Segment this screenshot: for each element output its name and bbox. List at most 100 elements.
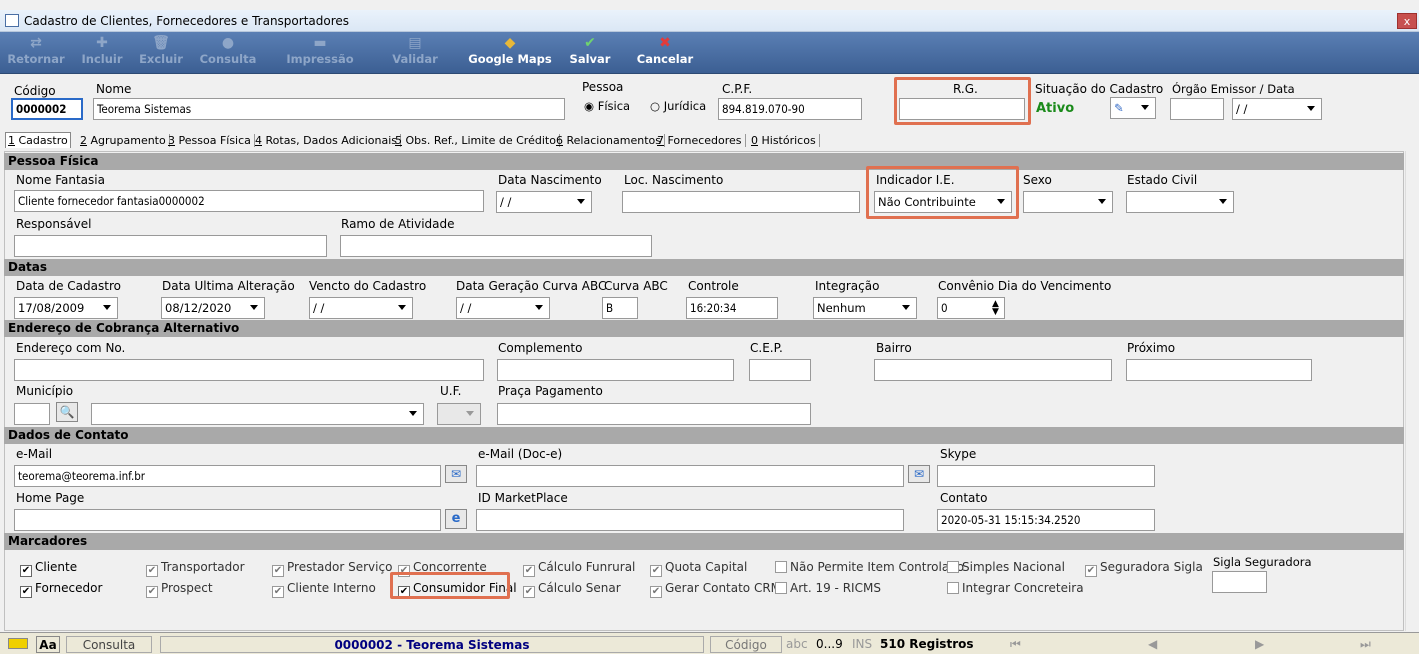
case-toggle[interactable]: Aa <box>36 636 60 653</box>
responsavel-input[interactable] <box>14 235 327 257</box>
cpf-label: C.P.F. <box>722 82 753 96</box>
orgao-data-dropdown[interactable]: / / <box>1232 98 1322 120</box>
skype-input[interactable] <box>937 465 1155 487</box>
section-contato: Dados de Contato <box>4 427 1404 444</box>
complemento-input[interactable] <box>497 359 734 381</box>
endereco-input[interactable] <box>14 359 484 381</box>
keyboard-icon <box>8 638 28 649</box>
open-browser-button[interactable]: e <box>445 509 467 529</box>
proximo-input[interactable] <box>1126 359 1312 381</box>
vencto-dropdown[interactable]: / / <box>309 297 413 319</box>
proximo-label: Próximo <box>1127 341 1176 355</box>
uf-dropdown[interactable] <box>437 403 481 425</box>
tab-fornecedores[interactable]: 7 Fornecedores <box>657 134 746 147</box>
sexo-dropdown[interactable] <box>1023 191 1113 213</box>
situacao-value: Ativo <box>1036 101 1075 116</box>
incluir-button[interactable]: ✚ Incluir <box>78 34 126 72</box>
last-record-icon[interactable]: ⏭ <box>1360 636 1371 653</box>
checkbox-seguradora-sigla[interactable]: ✔ Seguradora Sigla <box>1085 560 1203 577</box>
validar-button[interactable]: ▤ Validar <box>392 34 438 72</box>
tab-agrupamento[interactable]: 2 Agrupamento <box>80 134 170 147</box>
situacao-dropdown[interactable]: ✎ <box>1110 97 1156 119</box>
codigo-input[interactable] <box>11 98 83 120</box>
checkbox-cliente-interno[interactable]: ✔ Cliente Interno <box>272 581 376 598</box>
ramo-input[interactable] <box>340 235 652 257</box>
search-button[interactable]: 🔍 <box>56 402 78 422</box>
contato-input[interactable] <box>937 509 1155 531</box>
data-cadastro-dropdown[interactable]: 17/08/2009 <box>14 297 118 319</box>
checkbox-transportador[interactable]: ✔ Transportador <box>146 560 245 577</box>
orgao-input[interactable] <box>1170 98 1224 120</box>
google-maps-button[interactable]: ◆ Google Maps <box>460 34 560 72</box>
tab-relacionamentos[interactable]: 6 Relacionamentos <box>556 134 665 147</box>
cpf-input[interactable] <box>718 98 862 120</box>
curva-data-dropdown[interactable]: / / <box>456 297 550 319</box>
send-email-doc-button[interactable]: ✉ <box>908 465 930 483</box>
pessoa-fisica-radio[interactable]: ◉ Física <box>584 99 630 113</box>
tab-rotas-dados-adicionais[interactable]: 4 Rotas, Dados Adicionais <box>255 134 402 147</box>
checkbox-cliente[interactable]: ✔ Cliente <box>20 560 77 577</box>
sigla-seguradora-input[interactable] <box>1212 571 1267 593</box>
consulta-button[interactable]: ● Consulta <box>196 34 260 72</box>
checkbox-integrar-concreteira[interactable]: Integrar Concreteira <box>947 581 1084 595</box>
header-scrollbar[interactable] <box>1405 77 1419 127</box>
excluir-button[interactable]: 🗑 Excluir <box>134 34 188 72</box>
window-icon <box>5 14 19 27</box>
highlight-indicador <box>866 166 1019 219</box>
cancelar-button[interactable]: ✖ Cancelar <box>628 34 702 72</box>
email-input[interactable] <box>14 465 441 487</box>
chevron-down-icon <box>409 411 417 416</box>
checkbox-prospect[interactable]: ✔ Prospect <box>146 581 213 598</box>
cep-input[interactable] <box>749 359 811 381</box>
praca-input[interactable] <box>497 403 811 425</box>
curva-input[interactable] <box>602 297 638 319</box>
checkbox-gerar-contato-crm[interactable]: ✔ Gerar Contato CRM <box>650 581 781 598</box>
checkbox-label: Prospect <box>161 581 213 595</box>
checkbox-nao-permite-item-controlado[interactable]: Não Permite Item Controlado <box>775 560 964 574</box>
impressao-button[interactable]: ▬ Impressão <box>270 34 370 72</box>
nome-fantasia-input[interactable] <box>14 190 484 212</box>
homepage-input[interactable] <box>14 509 441 531</box>
marketplace-input[interactable] <box>476 509 904 531</box>
checkbox-calculo-funrural[interactable]: ✔ Cálculo Funrural <box>523 560 635 577</box>
nome-input[interactable] <box>93 98 565 120</box>
salvar-button[interactable]: ✔ Salvar <box>560 34 620 72</box>
municipio-code-input[interactable] <box>14 403 50 425</box>
tab-hist-ricos[interactable]: 0 Históricos <box>751 134 820 147</box>
estado-civil-dropdown[interactable] <box>1126 191 1234 213</box>
loc-nasc-input[interactable] <box>622 191 860 213</box>
main-scrollbar[interactable] <box>1405 151 1419 631</box>
skype-label: Skype <box>940 447 977 461</box>
first-record-icon[interactable]: ⏮ <box>1010 636 1021 653</box>
ultima-alteracao-dropdown[interactable]: 08/12/2020 <box>161 297 265 319</box>
checkmark-icon: ✔ <box>20 565 32 577</box>
data-nasc-dropdown[interactable]: / / <box>496 191 592 213</box>
bairro-input[interactable] <box>874 359 1112 381</box>
checkbox-fornecedor[interactable]: ✔ Fornecedor <box>20 581 102 598</box>
next-record-icon[interactable]: ▶ <box>1255 636 1264 653</box>
integracao-dropdown[interactable]: Nenhum <box>813 297 917 319</box>
pessoa-juridica-radio[interactable]: ○ Jurídica <box>650 99 706 113</box>
checkbox-label: Não Permite Item Controlado <box>790 560 965 574</box>
municipio-dropdown[interactable] <box>91 403 424 425</box>
send-email-button[interactable]: ✉ <box>445 465 467 483</box>
checkbox-quota-capital[interactable]: ✔ Quota Capital <box>650 560 747 577</box>
checkbox-prestador-servico[interactable]: ✔ Prestador Serviço <box>272 560 392 577</box>
close-button[interactable]: x <box>1397 13 1417 29</box>
email-doc-input[interactable] <box>476 465 904 487</box>
checkbox-simples-nacional[interactable]: Simples Nacional <box>947 560 1065 574</box>
tab-obs-ref-limite-de-cr-dito[interactable]: 5 Obs. Ref., Limite de Crédito <box>395 134 560 147</box>
checkbox-label: Quota Capital <box>665 560 748 574</box>
retornar-button[interactable]: ⇄ Retornar <box>4 34 68 72</box>
checkbox-calculo-senar[interactable]: ✔ Cálculo Senar <box>523 581 621 598</box>
spin-arrows-icon[interactable]: ▲ ▼ <box>992 300 999 317</box>
controle-input[interactable] <box>686 297 778 319</box>
tab-label: Históricos <box>761 134 816 147</box>
controle-label: Controle <box>688 279 739 293</box>
checkbox-label: Seguradora Sigla <box>1100 560 1203 574</box>
checkbox-art-19-ricms[interactable]: Art. 19 - RICMS <box>775 581 881 595</box>
checkbox-label: Transportador <box>161 560 245 574</box>
tab-cadastro[interactable]: 1 Cadastro <box>5 132 71 148</box>
tab-pessoa-f-sica[interactable]: 3 Pessoa Física <box>168 134 255 147</box>
prev-record-icon[interactable]: ◀ <box>1148 636 1157 653</box>
